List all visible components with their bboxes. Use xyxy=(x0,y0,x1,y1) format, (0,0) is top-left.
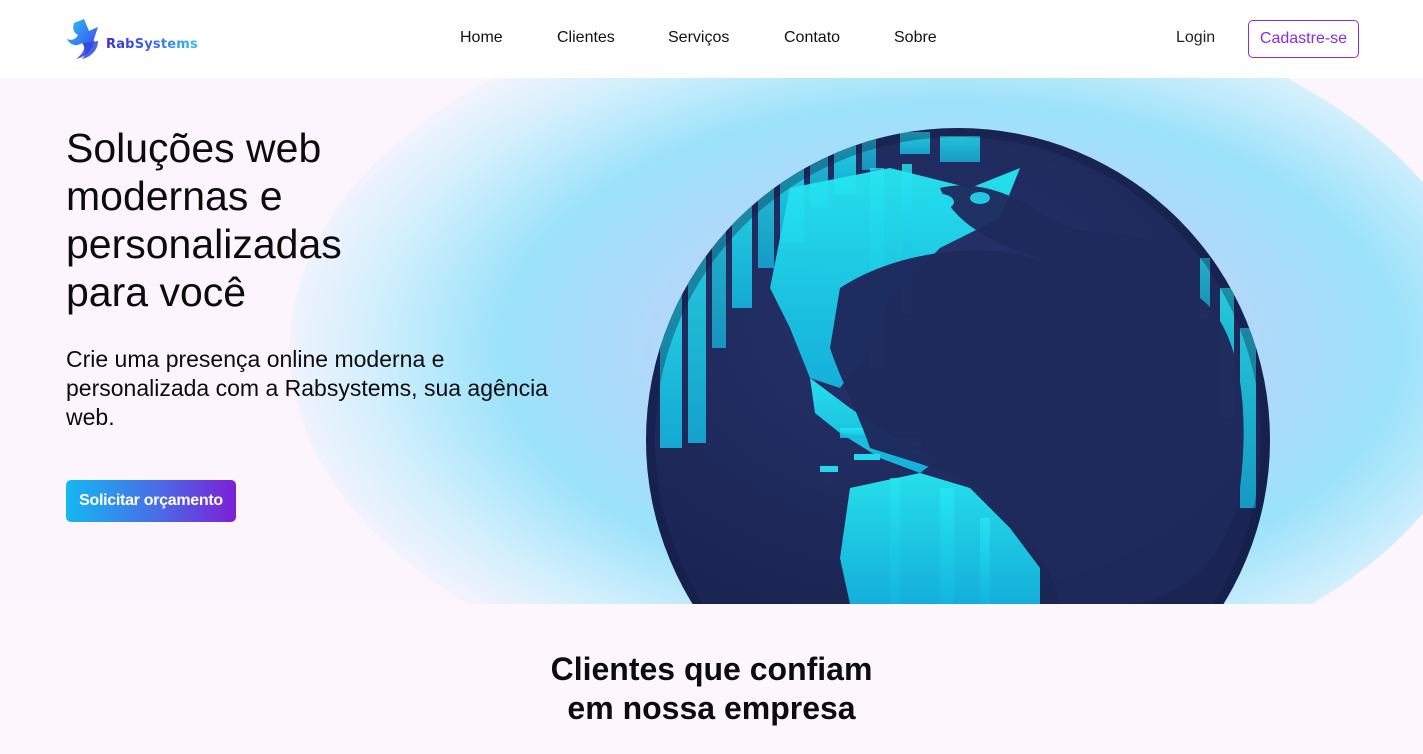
request-quote-button[interactable]: Solicitar orçamento xyxy=(66,480,236,522)
clients-title-line: em nossa empresa xyxy=(567,690,856,726)
hero-section: Soluções web modernas e personalizadas p… xyxy=(0,78,1423,604)
signup-button[interactable]: Cadastre-se xyxy=(1248,20,1359,58)
nav-item-sobre[interactable]: Sobre xyxy=(894,29,937,47)
hero-title-line: modernas e xyxy=(66,173,283,219)
clients-section-title: Clientes que confiam em nossa empresa xyxy=(0,650,1423,728)
hero-title-line: Soluções web xyxy=(66,125,322,171)
nav-item-servicos[interactable]: Serviços xyxy=(668,29,729,47)
nav-item-contato[interactable]: Contato xyxy=(784,29,840,47)
hero-subtitle: Crie uma presença online moderna e perso… xyxy=(66,346,548,430)
site-header: RabSystems Home Clientes Serviços Contat… xyxy=(0,0,1423,78)
fox-logo-icon xyxy=(67,19,98,59)
globe-illustration xyxy=(646,128,1270,604)
clients-title-line: Clientes que confiam xyxy=(550,651,873,687)
hero-title-line: para você xyxy=(66,269,247,315)
hero-title-line: personalizadas xyxy=(66,221,342,267)
brand-name: RabSystems xyxy=(106,36,198,52)
nav-item-clientes[interactable]: Clientes xyxy=(557,29,615,47)
hero-title: Soluções web modernas e personalizadas p… xyxy=(66,124,486,316)
nav-item-home[interactable]: Home xyxy=(460,29,503,47)
login-link[interactable]: Login xyxy=(1176,29,1215,47)
brand-logo[interactable]: RabSystems xyxy=(64,16,198,62)
